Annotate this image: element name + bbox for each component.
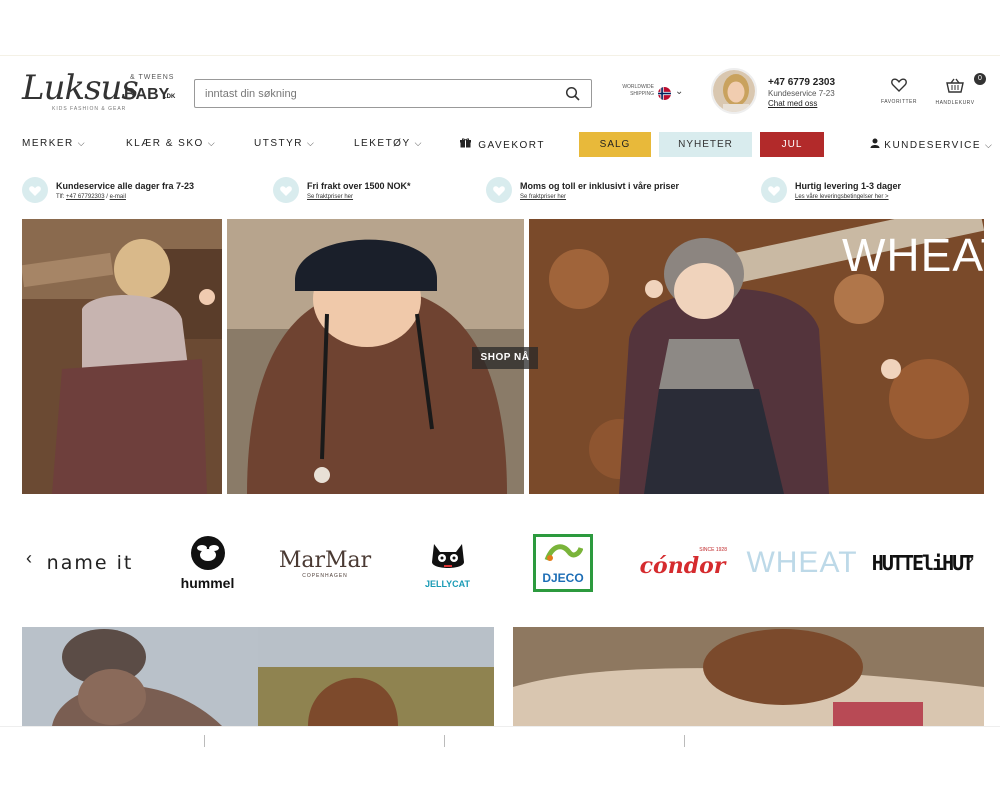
logo-tagline: KIDS FASHION & GEAR — [52, 106, 127, 112]
favorites-button[interactable]: FAVORITTER — [874, 78, 924, 105]
hummel-logo-icon — [190, 535, 225, 575]
chevron-down-icon: ⌵ — [414, 138, 423, 148]
carousel-next-arrow[interactable]: › — [968, 548, 974, 569]
brand-huttelihut[interactable]: HUTTEliHUT — [872, 528, 974, 598]
heart-icon — [22, 177, 48, 203]
promo-image-3[interactable] — [513, 627, 984, 726]
chat-link[interactable]: Chat med oss — [768, 99, 868, 108]
search-icon[interactable] — [565, 86, 581, 102]
lizard-icon — [543, 540, 584, 571]
search-box — [194, 79, 592, 108]
shipping-prices-link[interactable]: Se fraktpriser her — [520, 194, 566, 200]
chevron-down-icon: ⌄ — [675, 86, 684, 97]
brand-jellycat[interactable]: JELLYCAT — [410, 528, 485, 598]
shipping-selector[interactable]: WORLDWIDE SHIPPING ⌄ — [614, 84, 689, 104]
nav-item-gavekort[interactable]: GAVEKORT — [460, 138, 545, 151]
brand-djeco[interactable]: DJECO — [532, 528, 594, 598]
promo-image-1[interactable] — [22, 627, 258, 726]
shipping-prices-link[interactable]: Se fraktpriser her — [307, 194, 353, 200]
divider — [204, 735, 205, 747]
basket-icon — [946, 78, 964, 97]
usp-free-shipping: Fri frakt over 1500 NOK* Se fraktpriser … — [273, 177, 473, 207]
nav-item-merker[interactable]: MERKER ⌵ — [22, 138, 86, 149]
chevron-down-icon: ⌵ — [307, 138, 316, 148]
usp-vat-included: Moms og toll er inklusivt i våre priser … — [486, 177, 746, 207]
nav-item-leketoy[interactable]: LEKETØY ⌵ — [354, 138, 423, 149]
header: Luksus & TWEENS BABY .DK KIDS FASHION & … — [0, 56, 1000, 128]
user-icon — [870, 138, 880, 151]
email-link[interactable]: e-mail — [110, 194, 126, 200]
cart-button[interactable]: HANDLEKURV — [930, 78, 980, 106]
carousel-prev-arrow[interactable]: ‹ — [26, 548, 32, 569]
cart-label: HANDLEKURV — [935, 100, 975, 106]
nav-sale-button[interactable]: SALG — [579, 132, 651, 157]
top-strip — [0, 0, 1000, 56]
footer-strip — [0, 726, 1000, 800]
usp-customer-service: Kundeservice alle dager fra 7-23 Tlf: +4… — [22, 177, 252, 207]
logo-tweens: & TWEENS — [130, 74, 175, 81]
brand-name-it[interactable]: name it — [40, 528, 140, 598]
divider — [444, 735, 445, 747]
logo-baby: BABY — [124, 86, 170, 103]
cart-count-badge: 0 — [974, 73, 986, 85]
shop-now-button[interactable]: SHOP NÅ — [472, 347, 538, 369]
usp-fast-delivery: Hurtig levering 1-3 dager Les våre lever… — [761, 177, 981, 207]
brand-wheat[interactable]: WHEAT — [746, 528, 856, 598]
nav-christmas-button[interactable]: JUL — [760, 132, 824, 157]
logo[interactable]: Luksus & TWEENS BABY .DK KIDS FASHION & … — [22, 68, 182, 118]
brand-condor[interactable]: SINCE 1928 cóndor — [630, 528, 735, 598]
heart-icon — [891, 78, 907, 96]
nav-customer-service[interactable]: KUNDESERVICE ⌵ — [870, 138, 993, 151]
shipping-label: WORLDWIDE SHIPPING — [622, 84, 654, 97]
hero-image-left — [22, 219, 222, 494]
brand-carousel: name it hummel MarMar COPENHAGEN JELLYCA… — [0, 528, 1000, 598]
contact-info: +47 6779 2303 Kundeservice 7-23 Chat med… — [768, 77, 868, 108]
contact-phone[interactable]: +47 6779 2303 — [768, 77, 868, 88]
nav-news-button[interactable]: NYHETER — [659, 132, 752, 157]
brand-hummel[interactable]: hummel — [170, 528, 245, 598]
promo-image-2[interactable] — [258, 627, 494, 726]
logo-dk: .DK — [165, 94, 176, 100]
gift-icon — [460, 138, 471, 151]
chevron-down-icon: ⌵ — [207, 138, 217, 148]
norway-flag-icon — [658, 87, 671, 100]
usp-bar: Kundeservice alle dager fra 7-23 Tlf: +4… — [0, 165, 1000, 213]
chevron-down-icon: ⌵ — [77, 138, 87, 148]
delivery-terms-link[interactable]: Les våre leveringsbetingelser her > — [795, 194, 889, 200]
djeco-logo-frame: DJECO — [533, 534, 593, 592]
avatar — [711, 68, 757, 114]
contact-hours: Kundeservice 7-23 — [768, 89, 835, 98]
phone-link[interactable]: +47 67792303 — [66, 194, 105, 200]
heart-icon — [273, 177, 299, 203]
cat-logo-icon — [426, 538, 470, 579]
heart-icon — [761, 177, 787, 203]
brand-marmar[interactable]: MarMar COPENHAGEN — [275, 528, 375, 598]
nav-item-klaer-sko[interactable]: KLÆR & SKO ⌵ — [126, 138, 216, 149]
favorites-label: FAVORITTER — [880, 99, 918, 105]
nav-item-utstyr[interactable]: UTSTYR ⌵ — [254, 138, 315, 149]
chevron-down-icon: ⌵ — [985, 140, 994, 150]
logo-script: Luksus — [22, 68, 139, 108]
hero-brand-overlay: WHEAT — [842, 229, 1000, 281]
divider — [684, 735, 685, 747]
heart-icon — [486, 177, 512, 203]
search-input[interactable] — [205, 86, 545, 102]
main-nav: MERKER ⌵ KLÆR & SKO ⌵ UTSTYR ⌵ LEKETØY ⌵ GAV… — [0, 128, 1000, 162]
